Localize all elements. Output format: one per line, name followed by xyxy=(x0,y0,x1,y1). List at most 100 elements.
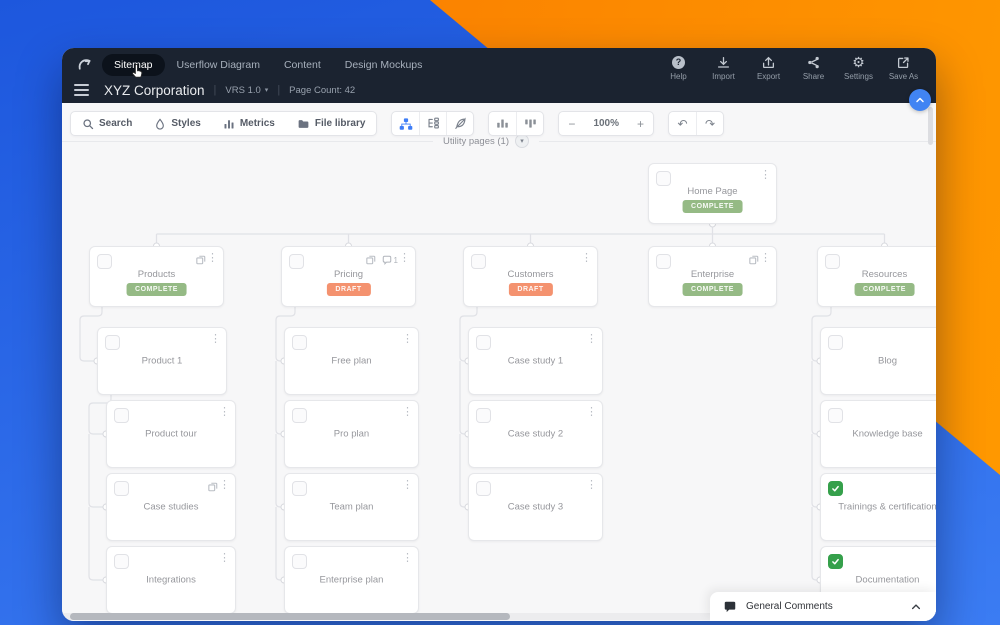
checkbox[interactable] xyxy=(292,554,307,569)
page-card-pro-plan[interactable]: ⋮ Pro plan xyxy=(284,400,419,468)
sitemap-canvas[interactable]: Search Styles Metrics File library xyxy=(62,103,936,621)
kebab-menu-icon[interactable]: ⋮ xyxy=(399,253,410,264)
tab-userflow-diagram[interactable]: Userflow Diagram xyxy=(165,54,272,76)
kebab-menu-icon[interactable]: ⋮ xyxy=(935,253,936,264)
page-card-customers[interactable]: ⋮ Customers DRAFT xyxy=(463,246,598,307)
kebab-menu-icon[interactable]: ⋮ xyxy=(219,480,230,491)
checkbox[interactable] xyxy=(114,481,129,496)
tree-view-button[interactable] xyxy=(419,112,446,135)
checkbox[interactable] xyxy=(114,408,129,423)
kebab-menu-icon[interactable]: ⋮ xyxy=(760,170,771,181)
page-card-free-plan[interactable]: ⋮ Free plan xyxy=(284,327,419,395)
checkbox[interactable] xyxy=(825,254,840,269)
page-card-case-study-1[interactable]: ⋮ Case study 1 xyxy=(468,327,603,395)
undo-button[interactable]: ↶ xyxy=(669,112,696,135)
page-card-product-1[interactable]: ⋮ Product 1 xyxy=(97,327,227,395)
page-card-home[interactable]: ⋮ Home Page COMPLETE xyxy=(648,163,777,224)
page-card-integrations[interactable]: ⋮ Integrations xyxy=(106,546,236,614)
chevron-down-icon[interactable]: ▾ xyxy=(515,134,529,148)
kebab-menu-icon[interactable]: ⋮ xyxy=(219,407,230,418)
kebab-menu-icon[interactable]: ⋮ xyxy=(210,334,221,345)
kebab-menu-icon[interactable]: ⋮ xyxy=(402,480,413,491)
sitemap-view-button[interactable] xyxy=(392,112,419,135)
page-title: Customers xyxy=(468,269,593,280)
tab-sitemap[interactable]: Sitemap xyxy=(102,54,165,76)
divider: | xyxy=(277,84,280,96)
page-card-product-tour[interactable]: ⋮ Product tour xyxy=(106,400,236,468)
page-card-case-studies[interactable]: ⋮ Case studies xyxy=(106,473,236,541)
zoom-in-button[interactable]: + xyxy=(628,112,653,135)
checkbox[interactable] xyxy=(292,335,307,350)
page-card-enterprise-plan[interactable]: ⋮ Enterprise plan xyxy=(284,546,419,614)
page-card-blog[interactable]: Blog xyxy=(820,327,936,395)
page-card-pricing[interactable]: 1 ⋮ Pricing DRAFT xyxy=(281,246,416,307)
page-card-resources[interactable]: ⋮ Resources COMPLETE xyxy=(817,246,936,307)
checkbox[interactable] xyxy=(476,408,491,423)
menu-icon[interactable] xyxy=(74,84,89,96)
checkbox[interactable] xyxy=(292,481,307,496)
vertical-scrollbar-thumb[interactable] xyxy=(928,107,933,145)
redo-button[interactable]: ↷ xyxy=(696,112,723,135)
comment-indicator[interactable]: 1 xyxy=(382,255,398,265)
horizontal-scrollbar-thumb[interactable] xyxy=(70,613,510,620)
duplicate-icon[interactable] xyxy=(366,255,376,265)
kebab-menu-icon[interactable]: ⋮ xyxy=(760,253,771,264)
duplicate-icon[interactable] xyxy=(749,255,759,265)
tab-content[interactable]: Content xyxy=(272,54,333,76)
checkbox[interactable] xyxy=(476,335,491,350)
zoom-out-button[interactable]: − xyxy=(559,112,584,135)
export-button[interactable]: Export xyxy=(752,55,785,81)
checkbox[interactable] xyxy=(105,335,120,350)
checkbox[interactable] xyxy=(656,171,671,186)
tab-design-mockups[interactable]: Design Mockups xyxy=(333,54,435,76)
styles-button[interactable]: Styles xyxy=(143,112,211,135)
help-button[interactable]: ? Help xyxy=(662,55,695,81)
pen-view-button[interactable] xyxy=(446,112,473,135)
kebab-menu-icon[interactable]: ⋮ xyxy=(402,334,413,345)
checkbox-checked[interactable] xyxy=(828,481,843,496)
kebab-menu-icon[interactable]: ⋮ xyxy=(586,334,597,345)
checkbox[interactable] xyxy=(656,254,671,269)
page-card-trainings-certification[interactable]: Trainings & certification xyxy=(820,473,936,541)
checkbox[interactable] xyxy=(114,554,129,569)
chevron-up-icon[interactable] xyxy=(910,601,922,613)
page-card-enterprise[interactable]: ⋮ Enterprise COMPLETE xyxy=(648,246,777,307)
general-comments-panel[interactable]: General Comments xyxy=(710,592,936,621)
kebab-menu-icon[interactable]: ⋮ xyxy=(207,253,218,264)
kebab-menu-icon[interactable]: ⋮ xyxy=(581,253,592,264)
search-button[interactable]: Search xyxy=(71,112,143,135)
page-card-products[interactable]: ⋮ Products COMPLETE xyxy=(89,246,224,307)
checkbox-checked[interactable] xyxy=(828,554,843,569)
page-card-knowledge-base[interactable]: Knowledge base xyxy=(820,400,936,468)
file-library-button[interactable]: File library xyxy=(286,112,377,135)
checkbox[interactable] xyxy=(292,408,307,423)
checkbox[interactable] xyxy=(471,254,486,269)
page-card-case-study-3[interactable]: ⋮ Case study 3 xyxy=(468,473,603,541)
page-card-case-study-2[interactable]: ⋮ Case study 2 xyxy=(468,400,603,468)
kebab-menu-icon[interactable]: ⋮ xyxy=(402,407,413,418)
page-card-team-plan[interactable]: ⋮ Team plan xyxy=(284,473,419,541)
distribute-down-button[interactable] xyxy=(516,112,543,135)
checkbox[interactable] xyxy=(97,254,112,269)
collapse-header-button[interactable] xyxy=(909,89,931,111)
checkbox[interactable] xyxy=(476,481,491,496)
save-as-button[interactable]: Save As xyxy=(887,55,920,81)
settings-button[interactable]: ⚙ Settings xyxy=(842,55,875,81)
checkbox[interactable] xyxy=(828,408,843,423)
kebab-menu-icon[interactable]: ⋮ xyxy=(586,407,597,418)
utility-pages-toggle[interactable]: Utility pages (1) ▾ xyxy=(433,134,539,148)
import-button[interactable]: Import xyxy=(707,55,740,81)
kebab-menu-icon[interactable]: ⋮ xyxy=(586,480,597,491)
checkbox[interactable] xyxy=(289,254,304,269)
share-button[interactable]: Share xyxy=(797,55,830,81)
kebab-menu-icon[interactable]: ⋮ xyxy=(402,553,413,564)
duplicate-icon[interactable] xyxy=(208,482,218,492)
app-logo-icon[interactable] xyxy=(74,55,96,75)
status-badge: COMPLETE xyxy=(682,283,743,296)
version-dropdown[interactable]: VRS 1.0 ▾ xyxy=(225,85,268,96)
duplicate-icon[interactable] xyxy=(196,255,206,265)
checkbox[interactable] xyxy=(828,335,843,350)
distribute-up-button[interactable] xyxy=(489,112,516,135)
metrics-button[interactable]: Metrics xyxy=(212,112,286,135)
kebab-menu-icon[interactable]: ⋮ xyxy=(219,553,230,564)
